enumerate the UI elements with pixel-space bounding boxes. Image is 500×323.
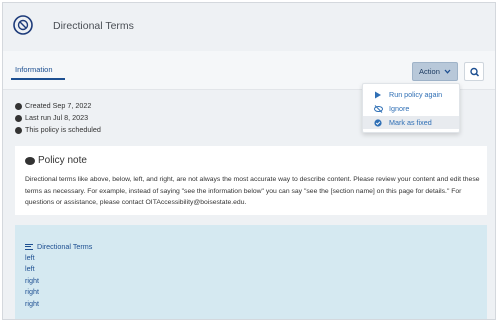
menu-item-ignore[interactable]: Ignore: [363, 102, 459, 115]
last-run-date: Last run Jul 8, 2023: [25, 113, 89, 122]
scheduled-status: This policy is scheduled: [25, 125, 101, 134]
terms-title: Directional Terms: [37, 242, 93, 251]
info-icon: [15, 102, 22, 110]
prohibited-icon: [13, 15, 33, 35]
search-icon: [470, 67, 480, 77]
action-dropdown-button[interactable]: Action: [412, 62, 458, 81]
clock-icon: [15, 126, 22, 134]
chevron-down-icon: [444, 64, 451, 82]
action-menu: Run policy again Ignore Mark as fixed: [362, 83, 460, 133]
page-header: Directional Terms: [3, 3, 495, 52]
list-item: left: [25, 264, 35, 274]
policy-note-heading: Policy note: [25, 155, 87, 166]
menu-item-run-policy-again[interactable]: Run policy again: [363, 88, 459, 101]
policy-meta: Created Sep 7, 2022 Last run Jul 8, 2023…: [15, 100, 101, 136]
created-row: Created Sep 7, 2022: [15, 100, 101, 112]
policy-window: Directional Terms Information Action Cre…: [2, 2, 496, 320]
policy-note-panel: Policy note Directional terms like above…: [15, 146, 487, 215]
eye-slash-icon: [374, 105, 383, 113]
last-run-row: Last run Jul 8, 2023: [15, 112, 101, 124]
page-title: Directional Terms: [53, 20, 134, 32]
list-item: right: [25, 275, 39, 285]
list-item: right: [25, 298, 39, 308]
created-date: Created Sep 7, 2022: [25, 101, 92, 110]
list-item: left: [25, 253, 35, 262]
policy-note-title: Policy note: [38, 155, 87, 166]
comment-icon: [25, 156, 35, 165]
terms-list: left left right right right: [25, 252, 39, 309]
info-icon: [15, 114, 22, 122]
tab-information[interactable]: Information: [11, 65, 65, 80]
menu-item-mark-as-fixed[interactable]: Mark as fixed: [363, 116, 459, 129]
search-button[interactable]: [464, 62, 484, 81]
check-circle-icon: [374, 119, 382, 127]
terms-heading: Directional Terms: [25, 242, 92, 251]
scheduled-row: This policy is scheduled: [15, 124, 101, 136]
policy-note-body: Directional terms like above, below, lef…: [25, 176, 480, 206]
list-item: right: [25, 287, 39, 297]
directional-terms-panel: Directional Terms left left right right …: [15, 225, 487, 319]
action-label: Action: [419, 67, 440, 76]
list-icon: [25, 242, 33, 251]
play-icon: [375, 91, 381, 99]
